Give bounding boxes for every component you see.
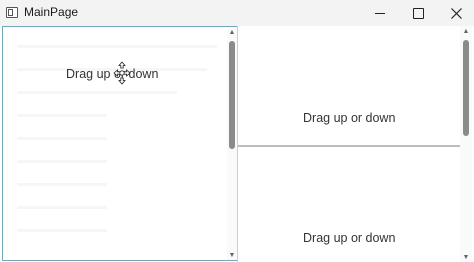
close-icon [450, 7, 462, 19]
horizontal-splitter[interactable] [238, 145, 460, 147]
title-bar: MainPage [0, 0, 474, 26]
right-vertical-scrollbar[interactable]: ▲ ▼ [460, 26, 472, 262]
move-cursor-icon [113, 61, 131, 85]
scroll-up-arrow-icon[interactable]: ▲ [461, 26, 471, 36]
right-top-pane-label: Drag up or down [303, 111, 396, 125]
close-button[interactable] [436, 0, 474, 26]
app-window-icon [6, 7, 18, 18]
minimize-icon [375, 12, 385, 14]
scroll-down-arrow-icon[interactable]: ▼ [461, 252, 471, 262]
minimize-button[interactable] [360, 0, 400, 26]
window-title: MainPage [24, 5, 79, 19]
scroll-up-arrow-icon[interactable]: ▲ [227, 27, 237, 37]
maximize-button[interactable] [398, 0, 438, 26]
scrollbar-thumb[interactable] [463, 40, 469, 136]
left-vertical-scrollbar[interactable]: ▲ ▼ [227, 27, 237, 260]
scrollbar-thumb[interactable] [229, 41, 235, 149]
scroll-down-arrow-icon[interactable]: ▼ [227, 250, 237, 260]
maximize-icon [412, 7, 424, 19]
right-bottom-pane-label: Drag up or down [303, 231, 396, 245]
right-scroll-pane[interactable] [238, 26, 472, 262]
